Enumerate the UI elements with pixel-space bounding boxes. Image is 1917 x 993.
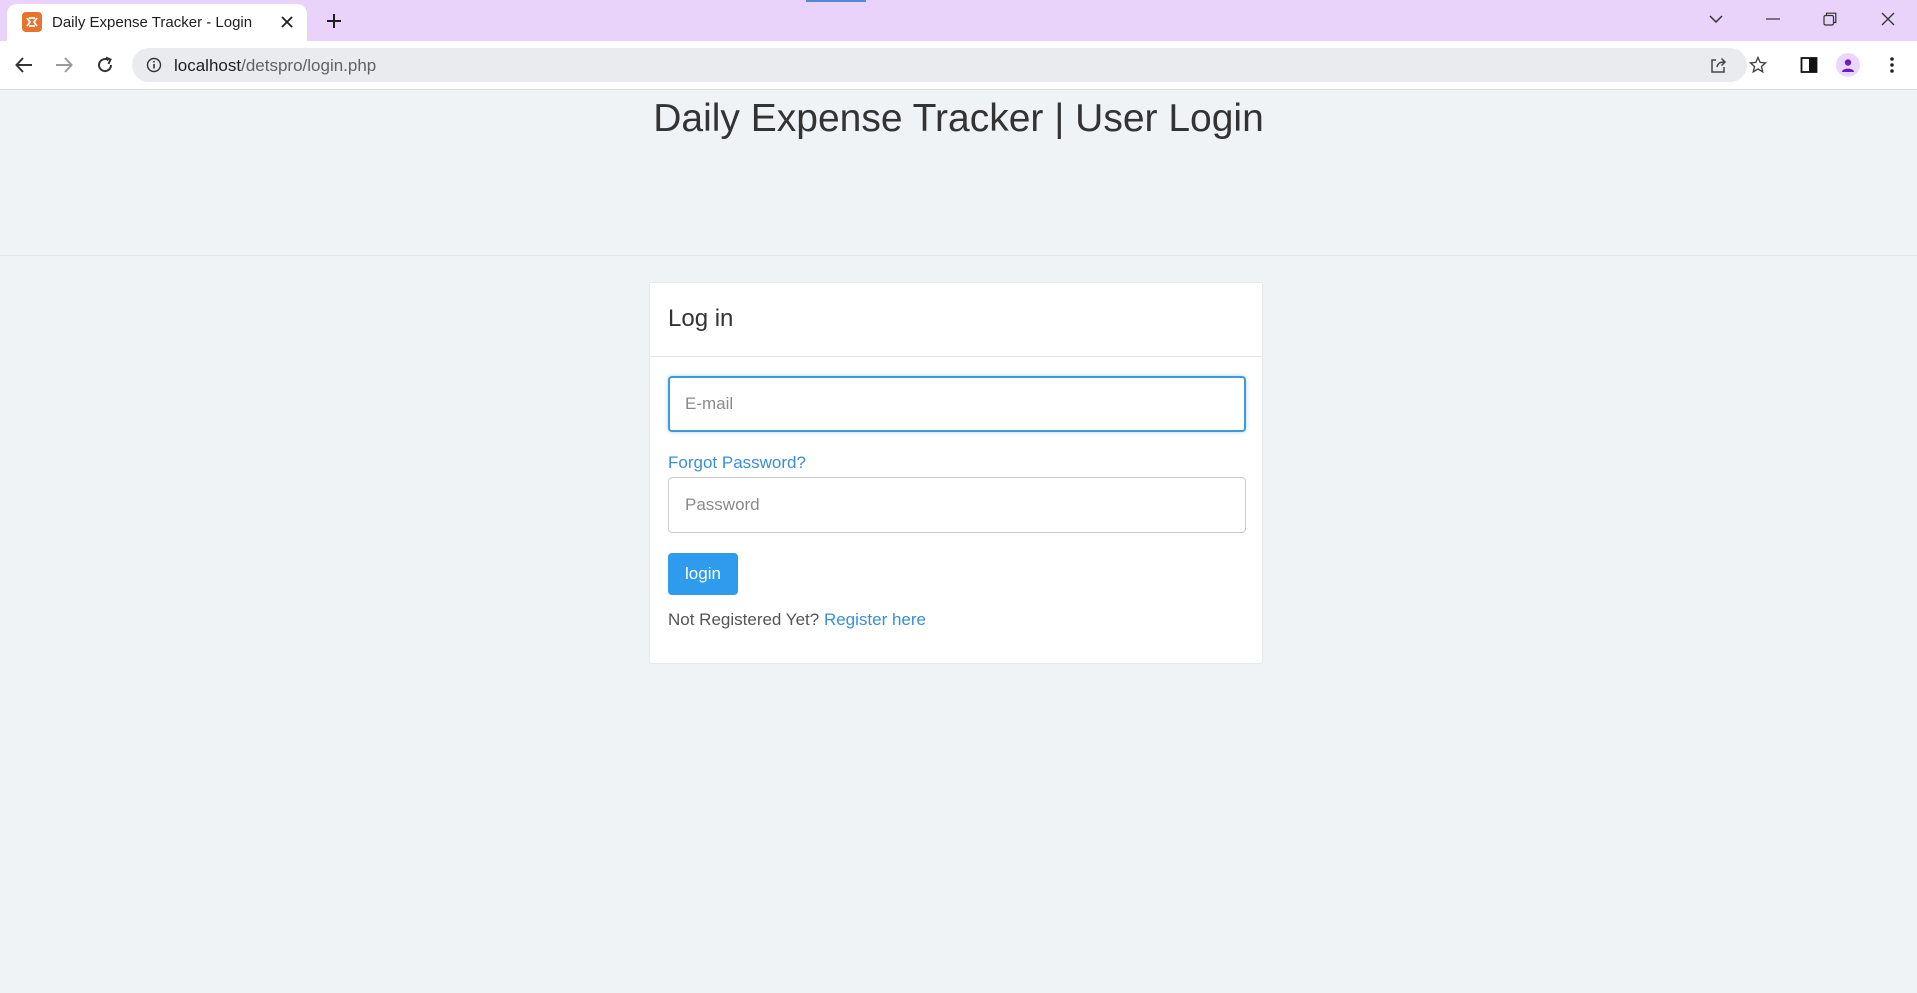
xampp-icon <box>22 12 42 32</box>
forward-button[interactable] <box>50 51 78 79</box>
side-panel-glyph <box>1800 57 1818 73</box>
close-icon <box>1881 12 1895 26</box>
close-icon[interactable] <box>277 12 297 32</box>
tab-strip-accent <box>806 0 866 2</box>
page-title: Daily Expense Tracker | User Login <box>653 97 1264 140</box>
avatar-icon[interactable] <box>1836 53 1860 77</box>
browser-tab-active[interactable]: Daily Expense Tracker - Login <box>7 4 307 41</box>
star-icon[interactable] <box>1748 55 1768 75</box>
restore-icon <box>1823 12 1837 26</box>
kebab-menu-icon[interactable] <box>1880 53 1904 77</box>
browser-toolbar: localhost/detspro/login.php <box>0 41 1917 90</box>
reload-icon <box>98 56 113 73</box>
url-host: localhost <box>174 56 242 75</box>
login-panel: Log in Forgot Password? login Not Regist… <box>649 282 1263 664</box>
back-button[interactable] <box>10 51 38 79</box>
login-button[interactable]: login <box>668 553 738 595</box>
restore-button[interactable] <box>1802 0 1858 38</box>
panel-heading: Log in <box>650 283 1262 357</box>
arrow-right-icon <box>56 57 73 73</box>
reload-button[interactable] <box>91 51 119 79</box>
new-tab-button[interactable] <box>320 9 348 33</box>
panel-title: Log in <box>668 305 734 332</box>
tab-bar: Daily Expense Tracker - Login <box>0 0 1917 41</box>
info-icon[interactable] <box>146 57 162 73</box>
side-panel-icon[interactable] <box>1797 53 1821 77</box>
profile-glyph <box>1842 59 1854 72</box>
password-field[interactable] <box>668 477 1246 533</box>
not-registered-text: Not Registered Yet? <box>668 610 820 629</box>
address-bar[interactable]: localhost/detspro/login.php <box>132 48 1767 82</box>
minimize-button[interactable] <box>1745 0 1801 38</box>
minimize-icon <box>1766 18 1780 20</box>
plus-icon <box>327 14 341 28</box>
tab-search-button[interactable] <box>1688 0 1744 38</box>
url-path: /detspro/login.php <box>241 56 377 75</box>
url-text[interactable]: localhost/detspro/login.php <box>174 56 376 76</box>
arrow-left-icon <box>15 57 32 73</box>
tab-title: Daily Expense Tracker - Login <box>52 14 253 31</box>
register-link[interactable]: Register here <box>824 610 926 629</box>
email-field[interactable] <box>668 376 1246 432</box>
close-window-button[interactable] <box>1860 0 1916 38</box>
bookmark-star <box>1749 56 1767 74</box>
chevron-down-icon <box>1709 15 1723 23</box>
share-glyph <box>1711 57 1727 73</box>
share-icon[interactable] <box>1708 55 1728 75</box>
register-line: Not Registered Yet? Register here <box>668 610 926 630</box>
kebab-glyph <box>1890 57 1894 73</box>
forgot-password-link[interactable]: Forgot Password? <box>668 453 806 473</box>
